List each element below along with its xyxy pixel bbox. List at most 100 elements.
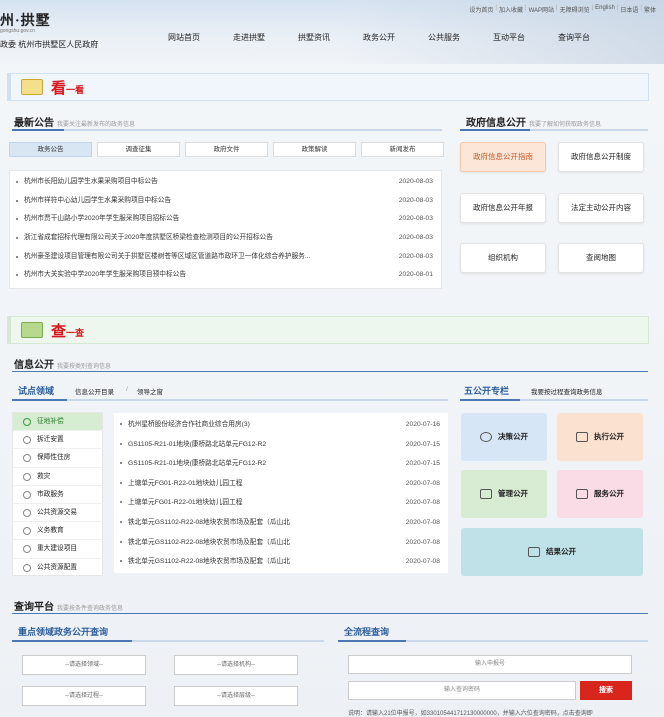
top-link-favorite[interactable]: 加入收藏 [499, 5, 523, 14]
query-password-input[interactable]: 输入查询密码 [348, 681, 576, 700]
list-item[interactable]: 铁北单元GS1102-R22-08地块农贸市场及配套（瓜山北 2020-07-08 [114, 533, 448, 553]
process-select[interactable]: --请选择过程-- [22, 686, 146, 706]
top-link-accessibility[interactable]: 无障碍浏览 [560, 5, 590, 14]
pilot-label[interactable]: 试点领域 [18, 384, 54, 397]
list-item[interactable]: GS1105-R21-01地块(康桥路北站单元FG12-R2 2020-07-15 [114, 435, 448, 455]
tab-policy[interactable]: 政策解读 [273, 142, 356, 157]
list-item[interactable]: 铁北单元GS1102-R22-08地块农贸市场及配套（瓜山北 2020-07-08 [114, 513, 448, 533]
divider: | [556, 5, 558, 11]
top-link-traditional[interactable]: 繁体 [644, 5, 656, 14]
notice-underline-accent [12, 129, 64, 131]
sidebar-item-label: 重大建设项目 [37, 545, 78, 553]
list-item-text[interactable]: 铁北单元GS1102-R22-08地块农贸市场及配套（瓜山北 [128, 558, 290, 565]
tab-gov-notice[interactable]: 政务公告 [9, 142, 92, 157]
tab-survey[interactable]: 调查征集 [97, 142, 180, 157]
sidebar-item-education[interactable]: 义务教育 [13, 522, 102, 541]
list-item-date: 2020-08-01 [398, 271, 433, 279]
circle-icon [23, 545, 31, 554]
list-item-date: 2020-08-03 [398, 215, 433, 223]
list-item-text[interactable]: 杭州市贾干山路小学2020年学生服采购项目招标公告 [24, 215, 179, 222]
gov-info-annual-report-button[interactable]: 政府信息公开年报 [460, 193, 546, 223]
list-item[interactable]: 杭州市长阳幼儿园学生水果采购项目中标公告 2020-08-03 [10, 173, 441, 192]
main-nav: 网站首页 走进拱墅 拱墅资讯 政务公开 公共服务 互动平台 查询平台 [168, 32, 623, 43]
list-item-text[interactable]: 杭州市长阳幼儿园学生水果采购项目中标公告 [24, 178, 158, 185]
decision-open-tile[interactable]: 决策公开 [461, 413, 547, 461]
agency-select[interactable]: --请选择机构-- [174, 655, 298, 675]
sidebar-item-municipal[interactable]: 市政服务 [13, 486, 102, 504]
management-open-tile[interactable]: 管理公开 [461, 470, 547, 518]
five-open-subtitle: 我要按过程查询政务信息 [531, 389, 603, 396]
nav-query[interactable]: 查询平台 [558, 32, 623, 43]
sidebar-item-land-compensation[interactable]: 征地补偿 [13, 413, 102, 432]
tile-label: 结果公开 [546, 547, 576, 556]
list-item[interactable]: 杭州市贾干山路小学2020年学生服采购项目招标公告 2020-08-03 [10, 210, 441, 229]
list-item[interactable]: 浙江省成套招标代理有限公司关于2020年度拱墅区桥梁检查检测项目的公开招标公告 2… [10, 229, 441, 248]
list-item[interactable]: 上塘单元FG01-R22-01地块幼儿园工程 2020-07-08 [114, 493, 448, 513]
list-item-date: 2020-07-08 [405, 558, 440, 566]
list-item-text[interactable]: 铁北单元GS1102-R22-08地块农贸市场及配套（瓜山北 [128, 539, 290, 546]
gov-info-map-button[interactable]: 查阅地图 [558, 243, 644, 273]
list-item-text[interactable]: GS1105-R21-01地块(康桥路北站单元FG12-R2 [128, 460, 266, 467]
gov-info-organization-button[interactable]: 组织机构 [460, 243, 546, 273]
tile-label: 服务公开 [594, 489, 624, 498]
list-item-text[interactable]: 上塘单元FG01-R22-01地块幼儿园工程 [128, 480, 242, 487]
list-item[interactable]: 杭州星桥股份经济合作社商业综合用房(3) 2020-07-16 [114, 415, 448, 435]
list-item-text[interactable]: GS1105-R21-01地块(康桥路北站单元FG12-R2 [128, 441, 266, 448]
gov-info-system-button[interactable]: 政府信息公开制度 [558, 142, 644, 172]
site-logo[interactable]: 州·拱墅 [0, 10, 51, 30]
leader-link[interactable]: 领导之窗 [137, 386, 163, 396]
execution-open-tile[interactable]: 执行公开 [557, 413, 643, 461]
sidebar-item-resource-allocation[interactable]: 公共资源配置 [13, 559, 102, 577]
gov-info-statutory-button[interactable]: 法定主动公开内容 [558, 193, 644, 223]
gov-info-guide-button[interactable]: 政府信息公开指南 [460, 142, 546, 172]
sidebar-item-resource-trade[interactable]: 公共资源交易 [13, 504, 102, 523]
list-item[interactable]: 杭州市大关实验中学2020年学生服采购项目预中标公告 2020-08-01 [10, 266, 441, 285]
top-link-home[interactable]: 设为首页 [469, 5, 493, 14]
nav-about[interactable]: 走进拱墅 [233, 32, 298, 43]
category-sidebar: 征地补偿 拆迁安置 保障性住房 救灾 市政服务 公共资源交易 义务教育 重大建设… [12, 412, 103, 576]
service-open-tile[interactable]: 服务公开 [557, 470, 643, 518]
list-item-text[interactable]: 铁北单元GS1102-R22-08地块农贸市场及配套（瓜山北 [128, 519, 290, 526]
list-item[interactable]: 杭州豪圣建设项目管理有限公司关于拱墅区楼树苍等区域区管道路市政环卫一体化综合养护… [10, 248, 441, 267]
cha-banner-title: 查一查 [51, 320, 84, 341]
tile-label: 执行公开 [594, 432, 624, 441]
list-item[interactable]: 上塘单元FG01-R22-01地块幼儿园工程 2020-07-08 [114, 474, 448, 494]
list-item-text[interactable]: 杭州星桥股份经济合作社商业综合用房(3) [128, 421, 250, 428]
sidebar-item-relocation[interactable]: 拆迁安置 [13, 431, 102, 450]
info-open-list: 杭州星桥股份经济合作社商业综合用房(3) 2020-07-16 GS1105-R2… [114, 413, 448, 573]
cha-big: 查 [51, 324, 67, 340]
notepad-icon [21, 79, 43, 95]
list-item-text[interactable]: 上塘单元FG01-R22-01地块幼儿园工程 [128, 499, 242, 506]
area-select[interactable]: --请选择领域-- [22, 655, 146, 675]
nav-gov-affairs[interactable]: 政务公开 [363, 32, 428, 43]
nav-interaction[interactable]: 互动平台 [493, 32, 558, 43]
application-number-input[interactable]: 输入申报号 [348, 655, 632, 674]
sidebar-item-housing[interactable]: 保障性住房 [13, 449, 102, 468]
level-select[interactable]: --请选择层级-- [174, 686, 298, 706]
result-open-tile[interactable]: 结果公开 [461, 528, 643, 576]
list-item[interactable]: 铁北单元GS1102-R22-08地块农贸市场及配套（瓜山北 2020-07-08 [114, 552, 448, 572]
list-item-text[interactable]: 杭州市大关实验中学2020年学生服采购项目预中标公告 [24, 271, 186, 278]
top-link-wap[interactable]: WAP网站 [529, 5, 554, 14]
sidebar-item-major-projects[interactable]: 重大建设项目 [13, 540, 102, 559]
list-item[interactable]: GS1105-R21-01地块(康桥路北站单元FG12-R2 2020-07-15 [114, 454, 448, 474]
top-link-english[interactable]: English [595, 5, 615, 14]
full-process-underline-accent [338, 640, 406, 642]
list-item-text[interactable]: 杭州豪圣建设项目管理有限公司关于拱墅区楼树苍等区域区管道路市政环卫一体化综合养护… [24, 253, 310, 260]
nav-news[interactable]: 拱墅资讯 [298, 32, 363, 43]
catalog-link[interactable]: 信息公开目录 [75, 386, 114, 396]
query-underline [12, 613, 648, 614]
list-item-text[interactable]: 杭州市祥符中心幼儿园学生水果采购项目中标公告 [24, 197, 171, 204]
tab-gov-docs[interactable]: 政府文件 [185, 142, 268, 157]
top-link-japanese[interactable]: 日本语 [620, 5, 638, 14]
list-item-text[interactable]: 浙江省成套招标代理有限公司关于2020年度拱墅区桥梁检查检测项目的公开招标公告 [24, 234, 273, 241]
tab-press[interactable]: 新闻发布 [361, 142, 444, 157]
top-links: 设为首页 | 加入收藏 | WAP网站 | 无障碍浏览 | English | 日本语 | … [469, 5, 656, 14]
gov-info-underline-accent [460, 129, 530, 131]
search-button[interactable]: 搜索 [580, 681, 632, 700]
query-note: 说明：请输入21位申报号，如330105441712130000000，并输入六… [348, 711, 593, 717]
nav-public-service[interactable]: 公共服务 [428, 32, 493, 43]
list-item[interactable]: 杭州市祥符中心幼儿园学生水果采购项目中标公告 2020-08-03 [10, 192, 441, 211]
sidebar-item-disaster-relief[interactable]: 救灾 [13, 468, 102, 486]
nav-home[interactable]: 网站首页 [168, 32, 233, 43]
